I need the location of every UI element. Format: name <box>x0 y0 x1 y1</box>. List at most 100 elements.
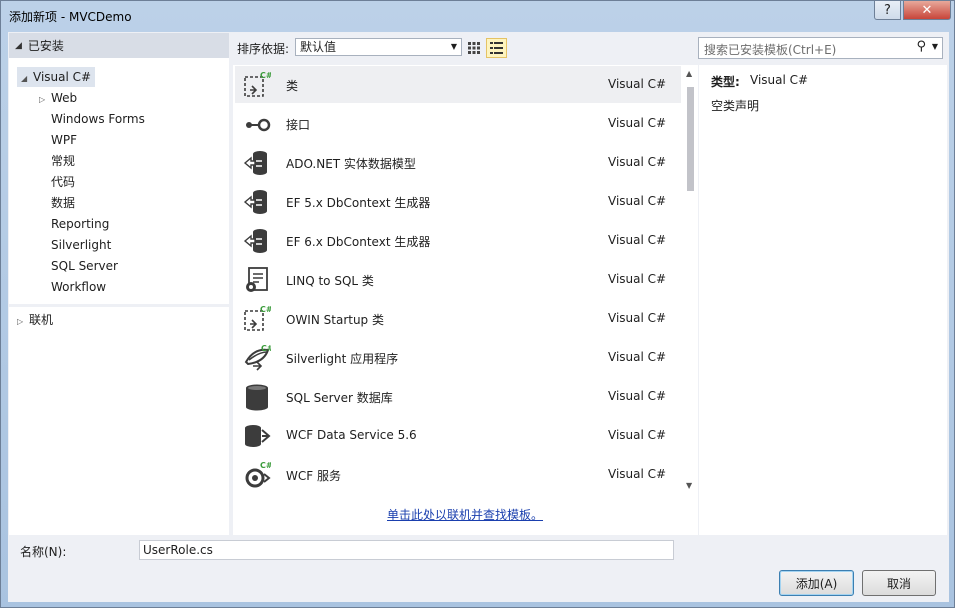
search-dropdown-arrow-icon[interactable]: ▼ <box>932 42 938 51</box>
tree-item-label: WPF <box>51 133 78 147</box>
template-row[interactable]: 接口 Visual C# <box>235 105 681 142</box>
tree-item[interactable]: 数据 <box>51 193 75 213</box>
type-label: 类型: <box>711 75 740 89</box>
search-placeholder: 搜索已安装模板(Ctrl+E) <box>704 43 837 57</box>
interface-icon <box>243 110 271 138</box>
entity-model-icon <box>243 188 271 216</box>
sort-dropdown[interactable]: 默认值 ▼ <box>295 38 462 56</box>
template-name: WCF Data Service 5.6 <box>286 428 417 442</box>
template-name: OWIN Startup 类 <box>286 313 384 327</box>
title-bar: 添加新项 - MVCDemo ? ✕ <box>1 1 954 31</box>
dropdown-arrow-icon: ▼ <box>450 42 457 51</box>
tree-item-label: 代码 <box>51 175 76 189</box>
tree-item[interactable]: 常规 <box>51 151 75 171</box>
tree-item-label: Visual C# <box>33 70 92 84</box>
template-name: WCF 服务 <box>286 469 341 483</box>
cancel-button[interactable]: 取消 <box>862 570 936 596</box>
linq-icon <box>243 266 271 294</box>
tree-item[interactable]: Workflow <box>51 277 106 297</box>
template-list: C# 类 Visual C# 接口 Visual C# ADO.NET 实体数据模型 Vis… <box>233 65 698 535</box>
help-button[interactable]: ? <box>874 1 901 20</box>
entity-model-icon <box>243 227 271 255</box>
tree-item-label: 数据 <box>51 196 76 210</box>
tree-item[interactable]: SQL Server <box>51 256 118 276</box>
dialog-window: 添加新项 - MVCDemo ? ✕ ◢ 已安装 ◢ Visual C# ▷ Web W… <box>0 0 955 608</box>
template-language: Visual C# <box>608 389 667 403</box>
template-row[interactable]: LINQ to SQL 类 Visual C# <box>235 261 681 298</box>
list-view-icon <box>490 42 503 54</box>
database-icon <box>243 383 271 411</box>
expanded-triangle-icon[interactable]: ◢ <box>21 69 33 89</box>
list-view-button[interactable] <box>486 38 507 58</box>
template-row[interactable]: C# OWIN Startup 类 Visual C# <box>235 300 681 337</box>
template-row[interactable]: C# 类 Visual C# <box>235 66 681 103</box>
template-name: SQL Server 数据库 <box>286 391 393 405</box>
vertical-scrollbar[interactable]: ▲ ▼ <box>684 67 697 493</box>
tree-item[interactable]: Silverlight <box>51 235 111 255</box>
wcf-service-icon: C# <box>243 461 273 489</box>
scroll-up-arrow-icon[interactable]: ▲ <box>686 69 692 78</box>
template-row[interactable]: C# Silverlight 应用程序 Visual C# <box>235 339 681 376</box>
template-language: Visual C# <box>608 350 667 364</box>
scroll-down-arrow-icon[interactable]: ▼ <box>686 481 692 490</box>
tree-item-label: Silverlight <box>51 238 112 252</box>
template-name: 接口 <box>286 118 311 132</box>
search-box[interactable]: 搜索已安装模板(Ctrl+E) ⚲ ▼ <box>698 37 943 59</box>
template-name: LINQ to SQL 类 <box>286 274 374 288</box>
data-service-icon <box>243 422 271 450</box>
template-row[interactable]: C# WCF 服务 Visual C# <box>235 456 681 493</box>
tree-item-label: Windows Forms <box>51 112 145 126</box>
template-language: Visual C# <box>608 77 667 91</box>
name-input[interactable]: UserRole.cs <box>139 540 674 560</box>
entity-model-icon <box>243 149 271 177</box>
category-pane: ◢ 已安装 ◢ Visual C# ▷ Web Windows Forms WPF 常规 代码… <box>9 33 229 535</box>
template-language: Visual C# <box>608 116 667 130</box>
name-label: 名称(N): <box>20 545 67 559</box>
template-language: Visual C# <box>608 311 667 325</box>
online-templates-link[interactable]: 单击此处以联机并查找模板。 <box>387 506 543 523</box>
template-language: Visual C# <box>608 467 667 481</box>
class-icon: C# <box>243 305 273 333</box>
details-pane: 类型: Visual C# 空类声明 <box>699 65 947 535</box>
grid-view-icon <box>467 42 480 54</box>
installed-header[interactable]: ◢ 已安装 <box>9 33 229 58</box>
template-name: Silverlight 应用程序 <box>286 352 399 366</box>
medium-icons-view-button[interactable] <box>463 38 484 58</box>
tree-item[interactable]: 代码 <box>51 172 75 192</box>
tree-item-label: Web <box>51 91 78 105</box>
svg-text:C#: C# <box>260 71 271 80</box>
template-name: 类 <box>286 79 299 93</box>
template-name: ADO.NET 实体数据模型 <box>286 157 416 171</box>
add-button[interactable]: 添加(A) <box>779 570 854 596</box>
tree-item-online[interactable]: ▷ 联机 <box>17 310 53 330</box>
tree-item-label: SQL Server <box>51 259 118 273</box>
type-value: Visual C# <box>750 73 809 87</box>
tree-item[interactable]: Windows Forms <box>51 109 145 129</box>
class-icon: C# <box>243 71 273 99</box>
template-row[interactable]: EF 6.x DbContext 生成器 Visual C# <box>235 222 681 259</box>
template-row[interactable]: SQL Server 数据库 Visual C# <box>235 378 681 415</box>
collapsed-triangle-icon[interactable]: ▷ <box>39 90 51 110</box>
dialog-body: ◢ 已安装 ◢ Visual C# ▷ Web Windows Forms WPF 常规 代码… <box>8 32 949 602</box>
tree-item[interactable]: ▷ Web <box>39 88 77 108</box>
template-row[interactable]: WCF Data Service 5.6 Visual C# <box>235 417 681 454</box>
search-icon[interactable]: ⚲ <box>916 39 926 54</box>
template-row[interactable]: EF 5.x DbContext 生成器 Visual C# <box>235 183 681 220</box>
template-name: EF 5.x DbContext 生成器 <box>286 196 431 210</box>
tree-item[interactable]: Reporting <box>51 214 109 234</box>
svg-text:C#: C# <box>261 344 271 353</box>
svg-text:C#: C# <box>260 461 271 470</box>
template-name: EF 6.x DbContext 生成器 <box>286 235 431 249</box>
sort-label: 排序依据: <box>237 42 290 56</box>
template-row[interactable]: ADO.NET 实体数据模型 Visual C# <box>235 144 681 181</box>
divider <box>9 304 229 307</box>
template-description: 空类声明 <box>711 99 760 113</box>
tree-item-label: Workflow <box>51 280 107 294</box>
tree-item-label: Reporting <box>51 217 110 231</box>
close-button[interactable]: ✕ <box>903 1 951 20</box>
scrollbar-thumb[interactable] <box>687 87 694 191</box>
tree-item[interactable]: WPF <box>51 130 77 150</box>
template-language: Visual C# <box>608 194 667 208</box>
template-language: Visual C# <box>608 155 667 169</box>
tree-item[interactable]: ◢ Visual C# <box>17 67 96 89</box>
